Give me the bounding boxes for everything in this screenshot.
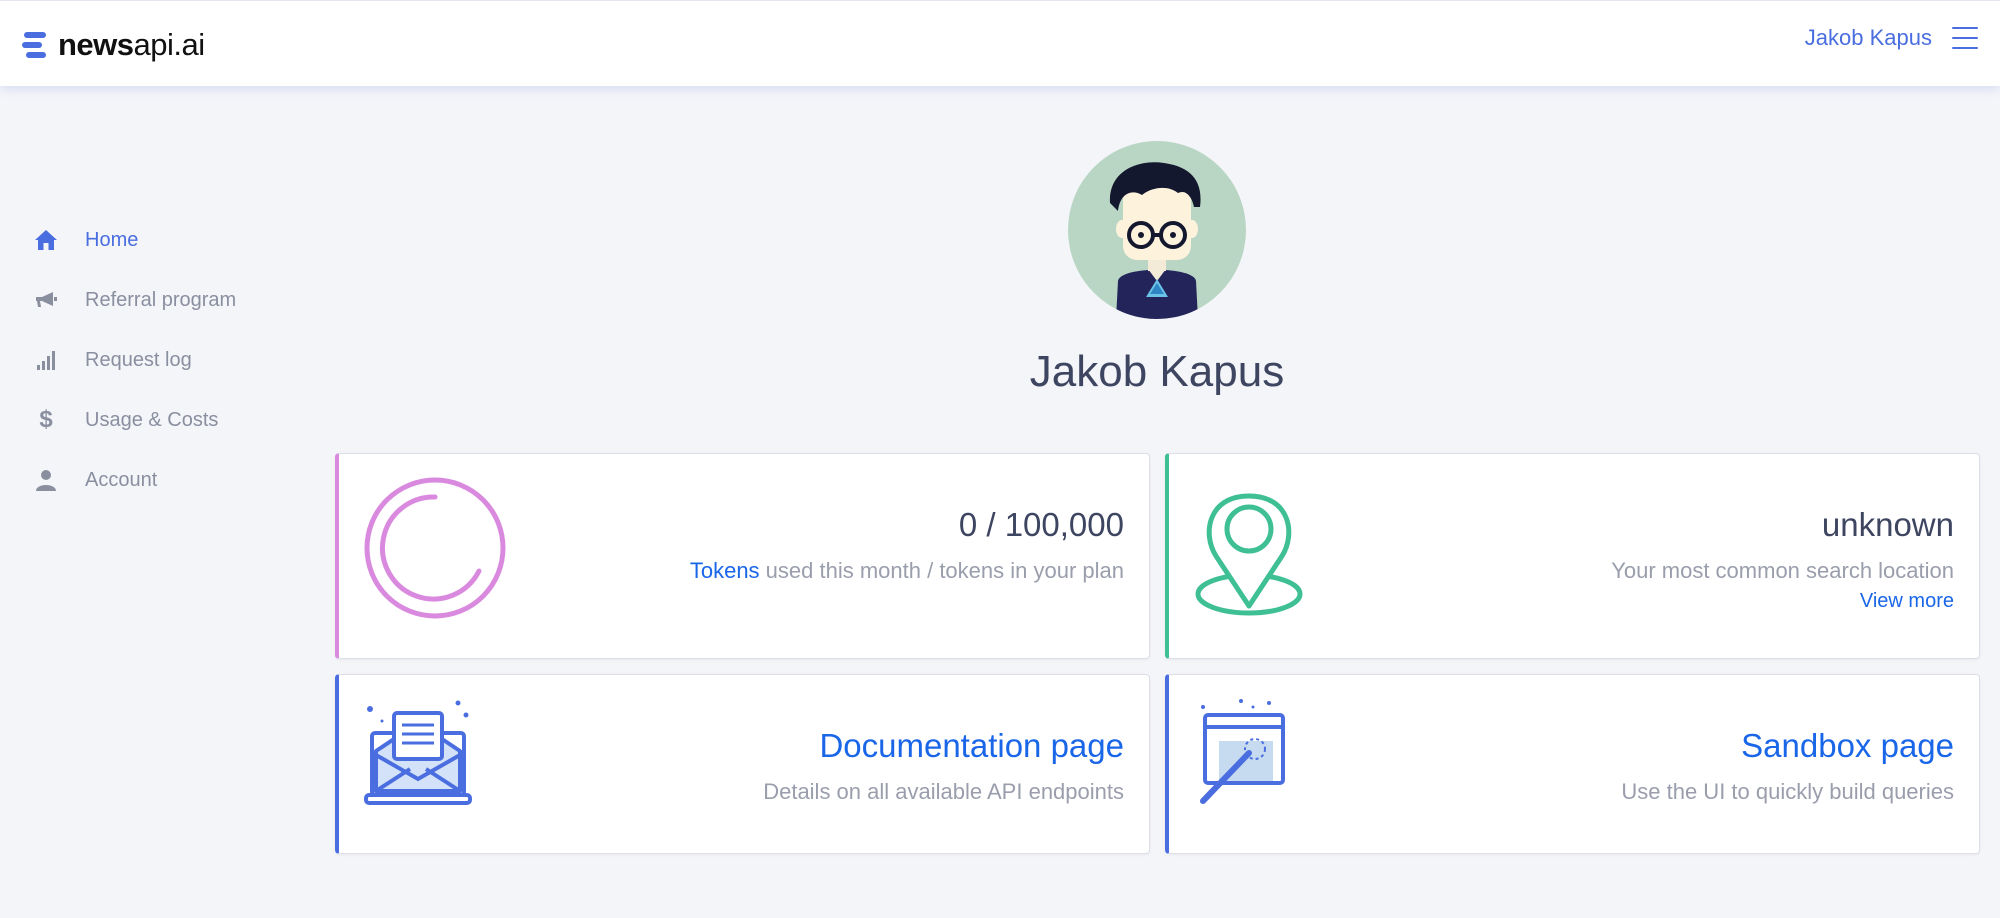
- logo-icon: [22, 32, 46, 58]
- sidebar-item-label: Referral program: [85, 288, 237, 311]
- location-description: Your most common search location: [1611, 558, 1954, 583]
- sidebar-item-label: Usage & Costs: [85, 408, 219, 431]
- sidebar-item-request-log[interactable]: Request log: [30, 330, 290, 390]
- tokens-card-text: 0 / 100,000 Tokens used this month / tok…: [690, 506, 1124, 584]
- documentation-card[interactable]: Documentation page Details on all availa…: [335, 674, 1150, 854]
- user-menu: Jakob Kapus: [1805, 25, 1978, 51]
- sandbox-page-link[interactable]: Sandbox page: [1621, 727, 1954, 765]
- documentation-description: Details on all available API endpoints: [763, 779, 1124, 804]
- user-name-link[interactable]: Jakob Kapus: [1805, 25, 1932, 51]
- documentation-page-link[interactable]: Documentation page: [763, 727, 1124, 765]
- sidebar-item-referral[interactable]: Referral program: [30, 270, 290, 330]
- documentation-card-text: Documentation page Details on all availa…: [763, 727, 1124, 805]
- sidebar-item-account[interactable]: Account: [30, 450, 290, 510]
- sidebar-item-home[interactable]: Home: [30, 210, 290, 270]
- profile-name: Jakob Kapus: [1029, 347, 1285, 396]
- location-pin-icon: [1195, 493, 1303, 616]
- bar-chart-icon: [30, 346, 62, 374]
- tokens-link[interactable]: Tokens: [690, 558, 760, 583]
- location-value: unknown: [1821, 506, 1954, 543]
- tokens-value: 0 / 100,000: [958, 506, 1124, 543]
- logo-text: newsapi.ai: [58, 27, 205, 62]
- hamburger-menu-icon[interactable]: [1952, 27, 1978, 49]
- envelope-laptop-icon: [364, 700, 472, 805]
- tokens-card: 0 / 100,000 Tokens used this month / tok…: [335, 453, 1150, 659]
- sandbox-card-text: Sandbox page Use the UI to quickly build…: [1621, 727, 1954, 805]
- sidebar-item-usage-costs[interactable]: $ Usage & Costs: [30, 390, 290, 450]
- view-more-link[interactable]: View more: [1611, 590, 1954, 613]
- sidebar-item-label: Request log: [85, 348, 192, 371]
- avatar-illustration-icon: [1109, 162, 1201, 319]
- user-icon: [30, 466, 62, 494]
- sandbox-card[interactable]: Sandbox page Use the UI to quickly build…: [1165, 674, 1980, 854]
- sandbox-description: Use the UI to quickly build queries: [1621, 779, 1954, 804]
- sidebar: Home Referral program Request log $ Usag…: [30, 210, 290, 510]
- sidebar-item-label: Account: [85, 468, 158, 491]
- avatar: [1068, 141, 1246, 319]
- home-icon: [30, 226, 62, 254]
- tokens-description: Tokens used this month / tokens in your …: [689, 558, 1124, 583]
- magic-wand-icon: [1200, 699, 1285, 804]
- logo[interactable]: newsapi.ai: [22, 27, 205, 63]
- location-card: unknown Your most common search location…: [1165, 453, 1980, 659]
- top-bar: newsapi.ai Jakob Kapus: [0, 0, 2000, 86]
- location-card-text: unknown Your most common search location…: [1611, 506, 1954, 613]
- dollar-icon: $: [39, 406, 53, 433]
- sidebar-item-label: Home: [85, 228, 139, 251]
- circle-progress-icon: [364, 477, 506, 619]
- megaphone-icon: [30, 286, 62, 314]
